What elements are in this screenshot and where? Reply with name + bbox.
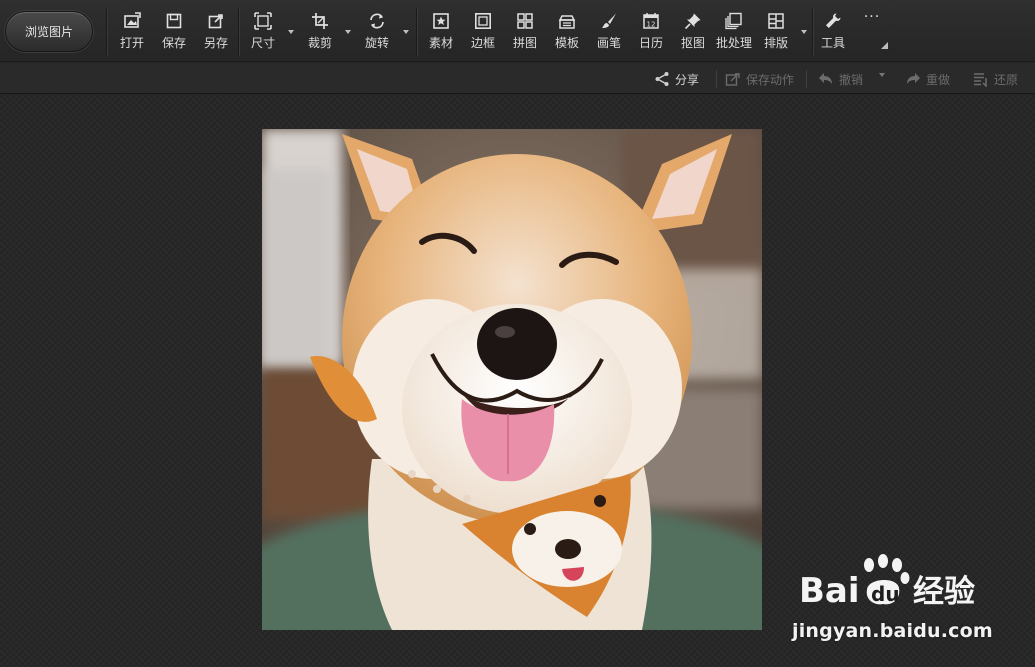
crop-dropdown-arrow[interactable]	[344, 30, 352, 36]
action-bar: 分享 保存动作 撤销 重做 还原	[0, 63, 1035, 94]
action-separator	[806, 70, 807, 88]
save-action-button[interactable]: 保存动作	[725, 69, 794, 89]
layout-label: 排版	[763, 36, 788, 50]
cutout-label: 抠图	[680, 36, 705, 50]
restore-label: 还原	[994, 72, 1019, 87]
open-label: 打开	[119, 36, 144, 50]
batch-icon	[725, 12, 742, 30]
baidu-du-text: du	[871, 582, 900, 606]
crop-label: 裁剪	[307, 36, 332, 50]
jingyan-url: jingyan.baidu.com	[792, 620, 993, 642]
batch-label: 批处理	[715, 36, 752, 50]
main-toolbar: 浏览图片 打开 保存 另存 尺寸 裁剪 旋转 素材 边框 拼图 模板 画笔 12…	[0, 0, 1035, 62]
crop-button[interactable]: 裁剪	[300, 12, 340, 54]
calendar-label: 日历	[638, 36, 663, 50]
sticker-label: 素材	[428, 36, 453, 50]
frame-button[interactable]: 边框	[463, 12, 503, 54]
undo-icon	[819, 73, 832, 84]
resize-dropdown-arrow[interactable]	[287, 30, 295, 36]
baidu-jingyan-logo: Bai du 经验	[799, 554, 975, 611]
edited-photo-shiba-dog[interactable]	[262, 129, 762, 630]
save-as-button[interactable]: 另存	[196, 12, 236, 54]
template-icon	[558, 15, 576, 29]
collage-icon	[517, 13, 533, 29]
redo-button[interactable]: 重做	[905, 69, 950, 89]
brush-button[interactable]: 画笔	[589, 12, 629, 54]
rotate-dropdown-arrow[interactable]	[402, 30, 410, 36]
frame-icon	[474, 12, 491, 29]
redo-label: 重做	[926, 72, 951, 87]
resize-label: 尺寸	[250, 36, 275, 50]
resize-icon	[254, 12, 272, 30]
toolbar-expand-corner-icon[interactable]	[880, 41, 888, 49]
rotate-button[interactable]: 旋转	[357, 12, 397, 54]
share-button[interactable]: 分享	[654, 69, 699, 89]
sticker-button[interactable]: 素材	[421, 12, 461, 54]
brush-icon	[602, 13, 616, 28]
batch-button[interactable]: 批处理	[713, 12, 755, 54]
more-ellipsis-icon: ···	[863, 9, 881, 25]
sticker-icon	[433, 13, 449, 29]
template-button[interactable]: 模板	[547, 12, 587, 54]
save-label: 保存	[161, 36, 186, 50]
toolbar-separator	[416, 8, 417, 56]
tools-label: 工具	[820, 36, 845, 50]
undo-button[interactable]: 撤销	[818, 69, 863, 89]
baidu-jingyan-watermark: Bai du 经验 jingyan.baidu.com	[792, 552, 993, 652]
share-icon	[655, 72, 669, 86]
restore-button[interactable]: 还原	[973, 69, 1018, 89]
calendar-day-number: 12	[647, 21, 656, 29]
brush-label: 画笔	[596, 36, 621, 50]
browse-images-button[interactable]: 浏览图片	[5, 11, 93, 52]
crop-icon	[312, 13, 328, 29]
calendar-icon: 12	[643, 13, 659, 29]
save-action-icon	[725, 73, 740, 86]
tools-button[interactable]: 工具	[813, 12, 853, 54]
save-button[interactable]: 保存	[154, 12, 194, 54]
layout-icon	[768, 13, 784, 29]
save-as-label: 另存	[203, 36, 228, 50]
photo-image	[262, 129, 762, 630]
save-icon	[166, 13, 182, 29]
collage-button[interactable]: 拼图	[505, 12, 545, 54]
layout-button[interactable]: 排版	[756, 12, 796, 54]
action-separator	[716, 70, 717, 88]
collage-label: 拼图	[512, 36, 537, 50]
cutout-pin-icon	[684, 13, 701, 30]
redo-icon	[907, 73, 920, 84]
rotate-label: 旋转	[364, 36, 389, 50]
layout-dropdown-arrow[interactable]	[800, 30, 808, 36]
toolbar-separator	[238, 8, 239, 56]
jingyan-cn-text: 经验	[913, 574, 975, 610]
restore-icon	[974, 73, 987, 87]
undo-dropdown-arrow[interactable]	[878, 73, 886, 79]
frame-label: 边框	[470, 36, 495, 50]
baidu-brand-text: Bai	[799, 571, 860, 611]
resize-button[interactable]: 尺寸	[243, 12, 283, 54]
save-action-label: 保存动作	[746, 72, 795, 87]
open-image-icon	[124, 12, 141, 28]
wrench-icon	[826, 13, 841, 28]
calendar-button[interactable]: 12 日历	[631, 12, 671, 54]
share-label: 分享	[675, 72, 700, 87]
undo-label: 撤销	[839, 72, 864, 87]
cutout-button[interactable]: 抠图	[673, 12, 713, 54]
save-as-icon	[208, 14, 223, 29]
open-button[interactable]: 打开	[112, 12, 152, 54]
toolbar-separator	[106, 8, 107, 56]
template-label: 模板	[554, 36, 579, 50]
rotate-icon	[370, 13, 384, 29]
